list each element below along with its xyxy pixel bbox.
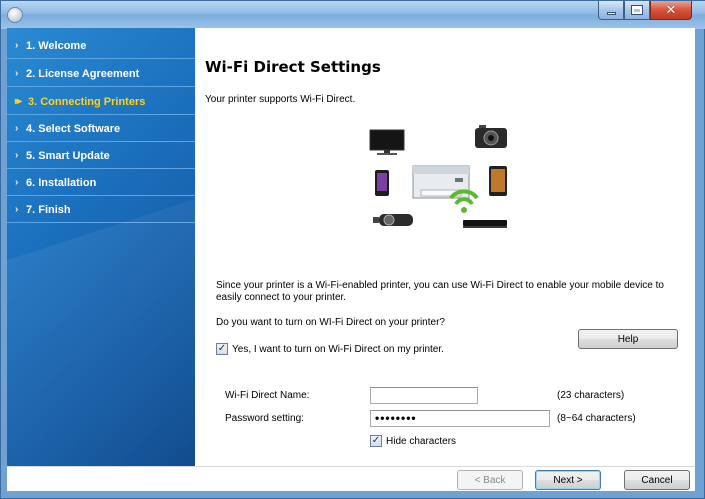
chevron-right-icon: › xyxy=(15,68,19,79)
enable-wifi-direct-checkbox[interactable]: ✓ Yes, I want to turn on Wi-Fi Direct on… xyxy=(216,343,444,355)
page-subtitle: Your printer supports Wi-Fi Direct. xyxy=(205,94,356,105)
wifi-direct-name-hint: (23 characters) xyxy=(557,390,625,401)
close-icon: ✕ xyxy=(665,2,677,18)
cancel-button[interactable]: Cancel xyxy=(624,470,690,490)
minimize-button[interactable] xyxy=(598,1,624,20)
chevron-right-icon: › xyxy=(15,123,19,134)
double-arrow-icon: ▸▸ xyxy=(15,96,22,107)
enable-wifi-direct-label: Yes, I want to turn on Wi-Fi Direct on m… xyxy=(232,343,444,355)
page-title: Wi-Fi Direct Settings xyxy=(205,58,381,76)
sidebar-item-label: 1. Welcome xyxy=(26,39,87,52)
wifi-direct-name-label: Wi-Fi Direct Name: xyxy=(225,390,310,401)
hide-characters-checkbox[interactable]: ✓ Hide characters xyxy=(370,435,456,447)
step-sidebar: › 1. Welcome › 2. License Agreement ▸▸ 3. C… xyxy=(7,28,195,466)
window-controls: ✕ xyxy=(598,1,692,20)
chevron-right-icon: › xyxy=(15,204,19,215)
maximize-button[interactable] xyxy=(624,1,650,20)
next-button[interactable]: Next > xyxy=(535,470,601,490)
media-player-icon xyxy=(463,220,507,228)
sidebar-item-label: 7. Finish xyxy=(26,203,71,216)
wifi-direct-illustration xyxy=(369,125,507,228)
sidebar-item-label: 2. License Agreement xyxy=(26,67,140,80)
sidebar-item-connecting-printers: ▸▸ 3. Connecting Printers xyxy=(7,89,195,115)
maximize-icon xyxy=(631,5,643,15)
checkbox-checked-icon[interactable]: ✓ xyxy=(370,435,382,447)
sidebar-item-label: 3. Connecting Printers xyxy=(28,95,146,108)
password-input[interactable]: •••••••• xyxy=(370,410,550,427)
sidebar-item-select-software: › 4. Select Software xyxy=(7,116,195,142)
wifi-direct-description: Since your printer is a Wi-Fi-enabled pr… xyxy=(216,280,664,303)
password-hint: (8~64 characters) xyxy=(557,413,636,424)
sidebar-item-finish: › 7. Finish xyxy=(7,197,195,223)
phone-icon xyxy=(375,170,389,196)
wifi-direct-name-input[interactable] xyxy=(370,387,478,404)
tablet-icon xyxy=(489,166,507,196)
projector-icon xyxy=(373,214,413,226)
checkmark-icon: ✓ xyxy=(217,343,227,354)
chevron-right-icon: › xyxy=(15,40,19,51)
back-button[interactable]: < Back xyxy=(457,470,523,490)
hide-characters-label: Hide characters xyxy=(386,435,457,447)
tv-icon xyxy=(369,129,405,155)
help-button[interactable]: Help xyxy=(578,329,678,349)
minimize-icon xyxy=(606,11,616,15)
chevron-right-icon: › xyxy=(15,150,19,161)
title-bar[interactable]: ✕ xyxy=(1,1,705,29)
wizard-footer: < Back Next > Cancel xyxy=(7,466,695,491)
sidebar-item-label: 4. Select Software xyxy=(26,122,121,135)
checkmark-icon: ✓ xyxy=(371,435,381,446)
sidebar-item-smart-update: › 5. Smart Update xyxy=(7,143,195,169)
sidebar-item-installation: › 6. Installation xyxy=(7,170,195,196)
app-icon xyxy=(7,7,23,23)
chevron-right-icon: › xyxy=(15,177,19,188)
sidebar-item-label: 6. Installation xyxy=(26,176,97,189)
sidebar-item-label: 5. Smart Update xyxy=(26,149,110,162)
main-panel: Wi-Fi Direct Settings Your printer suppo… xyxy=(195,28,695,466)
checkbox-checked-icon[interactable]: ✓ xyxy=(216,343,228,355)
sidebar-item-license: › 2. License Agreement xyxy=(7,61,195,87)
enable-question: Do you want to turn on WI-Fi Direct on y… xyxy=(216,317,445,328)
password-label: Password setting: xyxy=(225,413,304,424)
camera-icon xyxy=(475,125,507,148)
close-button[interactable]: ✕ xyxy=(650,1,692,20)
sidebar-item-welcome: › 1. Welcome xyxy=(7,33,195,59)
